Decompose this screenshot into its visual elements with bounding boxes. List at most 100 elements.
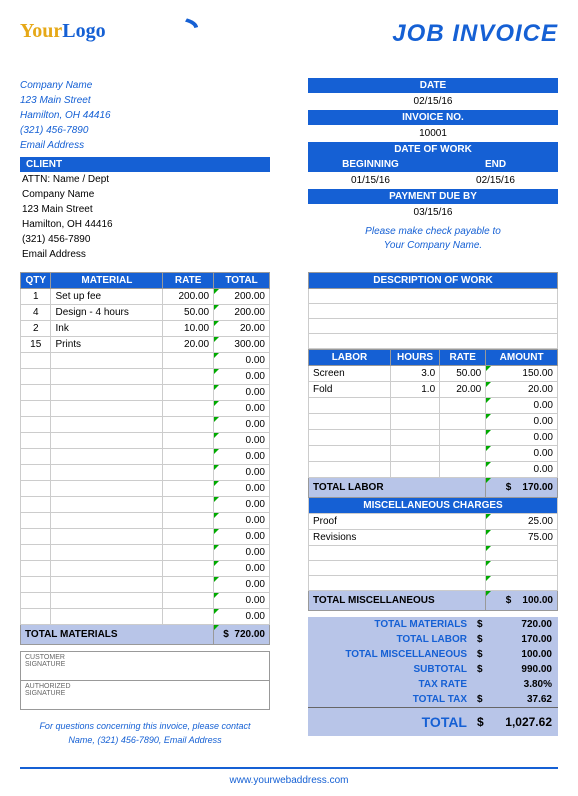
table-row: 2Ink10.0020.00 [21,321,270,337]
signature-box: CUSTOMER SIGNATURE AUTHORIZED SIGNATURE [20,651,270,710]
grand-total-value: 1,027.62 [492,715,552,729]
footer-url: www.yourwebaddress.com [20,767,558,786]
sum-labor-label: TOTAL LABOR [314,634,477,645]
invoice-no-value: 10001 [308,125,558,142]
table-row: 0.00 [309,398,558,414]
table-row: 0.00 [309,414,558,430]
table-row: Proof25.00 [309,514,558,530]
sum-subtotal-label: SUBTOTAL [314,664,477,675]
table-row: Revisions75.00 [309,530,558,546]
table-row: 0.00 [21,545,270,561]
sum-taxrate-value: 3.80% [492,679,552,690]
sum-materials-label: TOTAL MATERIALS [314,619,477,630]
table-row: 0.00 [309,462,558,478]
table-row: 0.00 [21,577,270,593]
end-header: END [433,157,558,172]
table-row: 15Prints20.00300.00 [21,337,270,353]
table-row: 0.00 [21,497,270,513]
labor-header: LABOR [309,350,391,366]
table-row: Fold1.020.0020.00 [309,382,558,398]
table-row: 0.00 [21,449,270,465]
beginning-header: BEGINNING [308,157,433,172]
table-row: 0.00 [309,446,558,462]
table-row: 0.00 [21,529,270,545]
table-row: 0.00 [21,465,270,481]
table-row: 0.00 [21,513,270,529]
labor-rate-header: RATE [440,350,486,366]
sum-labor-value: 170.00 [492,634,552,645]
client-name: Company Name [20,187,270,202]
sum-taxrate-label: TAX RATE [314,679,477,690]
material-header: MATERIAL [51,273,163,289]
client-attn: ATTN: Name / Dept [20,172,270,187]
hours-header: HOURS [390,350,439,366]
logo: YourLogo [20,20,180,70]
table-row: 0.00 [21,609,270,625]
table-row [309,576,558,591]
sum-subtotal-value: 990.00 [492,664,552,675]
payment-due-value: 03/15/16 [308,204,558,221]
rate-header: RATE [163,273,214,289]
total-misc-label: TOTAL MISCELLANEOUS [309,591,486,611]
end-value: 02/15/16 [433,172,558,189]
total-labor-label: TOTAL LABOR [309,478,486,498]
table-row: 0.00 [21,417,270,433]
total-materials-label: TOTAL MATERIALS [21,625,214,645]
sum-materials-value: 720.00 [492,619,552,630]
table-row: 0.00 [21,593,270,609]
total-misc-value: 100.00 [522,595,553,606]
sum-tax-value: 37.62 [492,694,552,705]
company-email: Email Address [20,138,270,153]
labor-table: LABOR HOURS RATE AMOUNT Screen3.050.0015… [308,349,558,611]
invoice-no-header: INVOICE NO. [308,110,558,125]
client-email: Email Address [20,247,270,262]
table-row: 4Design - 4 hours50.00200.00 [21,305,270,321]
materials-table: QTY MATERIAL RATE TOTAL 1Set up fee200.0… [20,272,270,645]
payable-line1: Please make check payable to [308,225,558,239]
table-row: Screen3.050.00150.00 [309,366,558,382]
table-row: 0.00 [21,561,270,577]
description-table: DESCRIPTION OF WORK [308,272,558,349]
summary-box: TOTAL MATERIALS$720.00 TOTAL LABOR$170.0… [308,617,558,736]
grand-total-label: TOTAL [314,714,477,730]
contact-line1: For questions concerning this invoice, p… [20,720,270,734]
table-row: 1Set up fee200.00200.00 [21,289,270,305]
sum-misc-value: 100.00 [492,649,552,660]
table-row: 0.00 [309,430,558,446]
table-row: 0.00 [21,385,270,401]
table-row [309,546,558,561]
total-header: TOTAL [214,273,270,289]
sum-tax-label: TOTAL TAX [314,694,477,705]
table-row [309,561,558,576]
payment-due-header: PAYMENT DUE BY [308,189,558,204]
client-header: CLIENT [20,157,270,172]
client-street: 123 Main Street [20,202,270,217]
desc-work-header: DESCRIPTION OF WORK [309,273,558,289]
auth-sig-label: AUTHORIZED SIGNATURE [21,681,81,709]
date-value: 02/15/16 [308,93,558,110]
company-city: Hamilton, OH 44416 [20,108,270,123]
date-header: DATE [308,78,558,93]
amount-header: AMOUNT [486,350,558,366]
contact-line2: Name, (321) 456-7890, Email Address [20,734,270,748]
client-city: Hamilton, OH 44416 [20,217,270,232]
total-labor-value: 170.00 [522,482,553,493]
company-street: 123 Main Street [20,93,270,108]
table-row: 0.00 [21,433,270,449]
table-row: 0.00 [21,401,270,417]
company-phone: (321) 456-7890 [20,123,270,138]
company-name: Company Name [20,78,270,93]
beginning-value: 01/15/16 [308,172,433,189]
table-row: 0.00 [21,353,270,369]
page-title: JOB INVOICE [392,20,558,48]
client-phone: (321) 456-7890 [20,232,270,247]
payable-line2: Your Company Name. [308,239,558,253]
table-row: 0.00 [21,369,270,385]
misc-header: MISCELLANEOUS CHARGES [309,498,558,514]
table-row: 0.00 [21,481,270,497]
qty-header: QTY [21,273,51,289]
date-of-work-header: DATE OF WORK [308,142,558,157]
sum-misc-label: TOTAL MISCELLANEOUS [314,649,477,660]
customer-sig-label: CUSTOMER SIGNATURE [21,652,81,680]
total-materials-value: 720.00 [234,629,265,640]
